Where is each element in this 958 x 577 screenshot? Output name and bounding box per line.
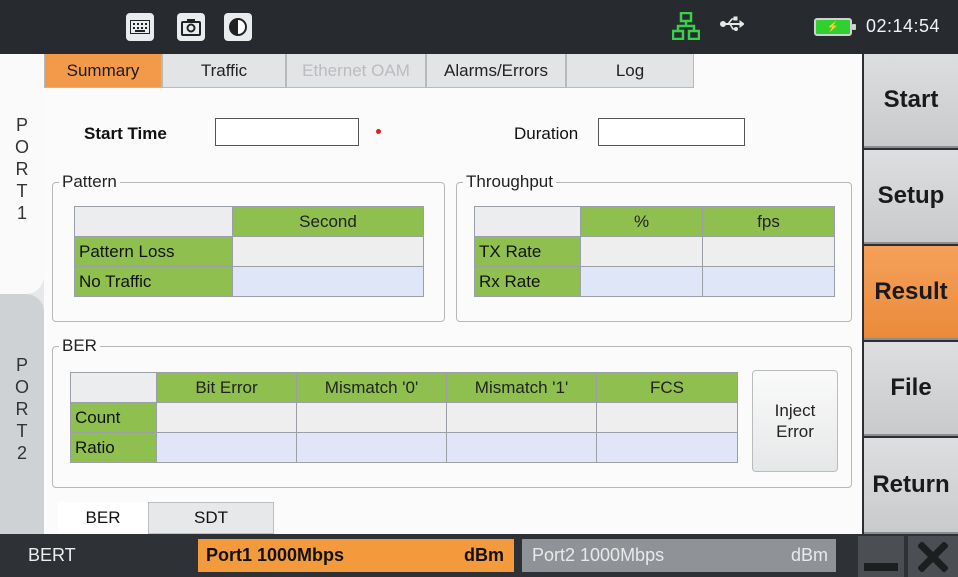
clock: 02:14:54 bbox=[866, 16, 941, 36]
port2-speed: Port2 1000Mbps bbox=[532, 545, 665, 565]
tab-bar: Summary Traffic Ethernet OAM Alarms/Erro… bbox=[44, 54, 862, 90]
port1-letter: R bbox=[15, 159, 29, 179]
row-header: Rx Rate bbox=[474, 266, 581, 297]
table-cell bbox=[702, 236, 835, 267]
column-header: FCS bbox=[596, 372, 738, 403]
table-corner bbox=[474, 206, 581, 237]
tab-ethernet-oam: Ethernet OAM bbox=[286, 54, 426, 88]
table-cell bbox=[702, 266, 835, 297]
tab-ber[interactable]: BER bbox=[58, 502, 148, 534]
duration-field[interactable] bbox=[598, 118, 745, 146]
battery-icon: ⚡ bbox=[814, 18, 856, 36]
port2-status[interactable]: Port2 1000Mbps dBm bbox=[522, 539, 836, 572]
port1-speed: Port1 1000Mbps bbox=[206, 545, 345, 565]
side-menu: Start Setup Result File Return bbox=[864, 54, 958, 534]
tab-summary[interactable]: Summary bbox=[44, 54, 162, 88]
port2-letter: T bbox=[16, 421, 28, 441]
mode-label: BERT bbox=[28, 545, 76, 565]
row-header: TX Rate bbox=[474, 236, 581, 267]
port1-status[interactable]: Port1 1000Mbps dBm bbox=[198, 539, 514, 572]
port1-letter: P bbox=[15, 115, 28, 135]
port2-letter: P bbox=[15, 355, 28, 375]
start-time-field[interactable] bbox=[215, 118, 359, 146]
table-row: Pattern Loss bbox=[74, 236, 424, 267]
ber-title: BER bbox=[62, 336, 97, 355]
table-row: Count bbox=[70, 402, 738, 433]
port2-tab[interactable]: P O R T 2 bbox=[0, 294, 44, 534]
minimize-icon[interactable] bbox=[858, 536, 904, 577]
table-row: Rx Rate bbox=[474, 266, 835, 297]
column-header: Bit Error bbox=[156, 372, 297, 403]
port1-letter: 1 bbox=[16, 203, 27, 223]
pattern-table: Second Pattern Loss No Traffic bbox=[74, 206, 424, 297]
ber-table: Bit Error Mismatch '0' Mismatch '1' FCS … bbox=[70, 372, 738, 463]
table-row: No Traffic bbox=[74, 266, 424, 297]
table-row: Bit Error Mismatch '0' Mismatch '1' FCS bbox=[70, 372, 738, 403]
return-button[interactable]: Return bbox=[864, 438, 958, 534]
table-cell bbox=[580, 236, 703, 267]
screenshot-icon[interactable] bbox=[177, 13, 205, 41]
table-cell bbox=[580, 266, 703, 297]
bottom-bar: BERT Port1 1000Mbps dBm Port2 1000Mbps d… bbox=[0, 534, 958, 577]
close-icon[interactable] bbox=[908, 536, 958, 577]
table-cell bbox=[596, 402, 738, 433]
result-button[interactable]: Result bbox=[864, 246, 958, 340]
table-row: Second bbox=[74, 206, 424, 237]
tab-sdt[interactable]: SDT bbox=[148, 502, 274, 534]
status-dot bbox=[376, 129, 381, 134]
table-cell bbox=[156, 432, 297, 463]
port1-unit: dBm bbox=[464, 545, 504, 565]
contrast-icon[interactable] bbox=[224, 13, 252, 41]
table-cell bbox=[156, 402, 297, 433]
table-cell bbox=[446, 402, 597, 433]
throughput-title: Throughput bbox=[466, 172, 553, 191]
row-header: No Traffic bbox=[74, 266, 233, 297]
table-row: TX Rate bbox=[474, 236, 835, 267]
column-header: % bbox=[580, 206, 703, 237]
column-header: Mismatch '0' bbox=[296, 372, 447, 403]
table-corner bbox=[74, 206, 233, 237]
column-header: fps bbox=[702, 206, 835, 237]
keyboard-icon[interactable] bbox=[126, 13, 154, 41]
port1-letter: T bbox=[16, 181, 28, 201]
duration-label: Duration bbox=[514, 124, 579, 143]
status-bar: ⚡ 02:14:54 bbox=[0, 0, 958, 54]
start-button[interactable]: Start bbox=[864, 54, 958, 148]
port2-letter: 2 bbox=[16, 443, 27, 463]
table-corner bbox=[70, 372, 157, 403]
tab-alarms-errors[interactable]: Alarms/Errors bbox=[426, 54, 566, 88]
column-header: Mismatch '1' bbox=[446, 372, 597, 403]
port2-letter: O bbox=[14, 377, 29, 397]
table-row: Ratio bbox=[70, 432, 738, 463]
tab-traffic[interactable]: Traffic bbox=[162, 54, 286, 88]
port2-unit: dBm bbox=[790, 545, 828, 565]
table-row: % fps bbox=[474, 206, 835, 237]
tab-log[interactable]: Log bbox=[566, 54, 694, 88]
port-selector: P O R T 1 P O R T 2 bbox=[0, 54, 44, 534]
table-cell bbox=[296, 402, 447, 433]
start-time-label: Start Time bbox=[84, 124, 167, 143]
port2-letter: R bbox=[15, 399, 29, 419]
throughput-table: % fps TX Rate Rx Rate bbox=[474, 206, 835, 297]
file-button[interactable]: File bbox=[864, 342, 958, 436]
table-cell bbox=[596, 432, 738, 463]
row-header: Count bbox=[70, 402, 157, 433]
port1-letter: O bbox=[14, 137, 29, 157]
setup-button[interactable]: Setup bbox=[864, 150, 958, 244]
port1-tab[interactable]: P O R T 1 bbox=[0, 54, 44, 294]
table-cell bbox=[232, 266, 424, 297]
main-panel: Summary Traffic Ethernet OAM Alarms/Erro… bbox=[44, 54, 862, 534]
table-cell bbox=[232, 236, 424, 267]
usb-icon bbox=[720, 14, 745, 36]
pattern-title: Pattern bbox=[62, 172, 117, 191]
inject-error-button[interactable]: Inject Error bbox=[752, 370, 838, 472]
table-cell bbox=[296, 432, 447, 463]
network-icon bbox=[671, 11, 701, 45]
column-header: Second bbox=[232, 206, 424, 237]
row-header: Ratio bbox=[70, 432, 157, 463]
row-header: Pattern Loss bbox=[74, 236, 233, 267]
table-cell bbox=[446, 432, 597, 463]
